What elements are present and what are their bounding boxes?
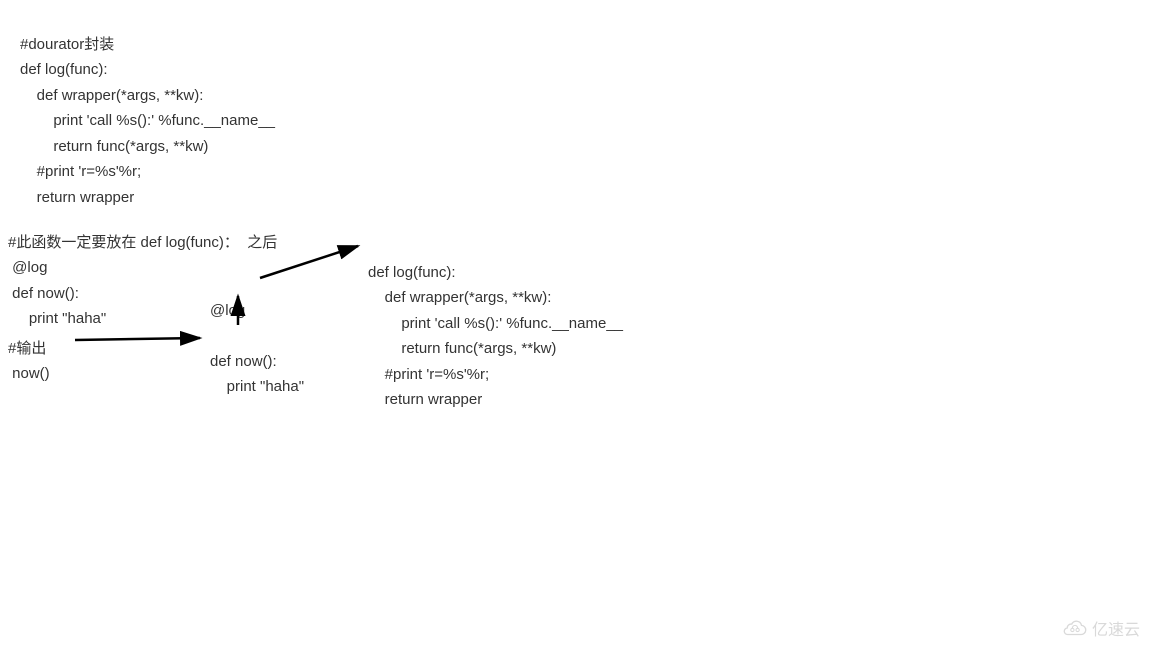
code-line: return func(*args, **kw) — [368, 340, 556, 357]
code-block-middle: @log def now(): print "haha" — [210, 272, 304, 400]
code-line: print "haha" — [210, 378, 304, 395]
code-line: #dourator封装 — [20, 36, 114, 53]
code-line: return func(*args, **kw) — [20, 138, 208, 155]
code-line: def log(func): — [368, 264, 456, 281]
code-line: def now(): — [210, 353, 277, 370]
code-line: #print 'r=%s'%r; — [20, 163, 141, 180]
watermark: 亿速云 — [1062, 616, 1140, 640]
code-line: def wrapper(*args, **kw): — [368, 289, 551, 306]
code-line: now() — [8, 365, 50, 382]
code-line: def wrapper(*args, **kw): — [20, 87, 203, 104]
code-line: print 'call %s():' %func.__name__ — [368, 315, 623, 332]
code-line: def now(): — [8, 285, 79, 302]
code-line: def log(func): — [20, 61, 108, 78]
code-line: #此函数一定要放在 def log(func)： 之后 — [8, 234, 277, 251]
code-block-output: #输出 now() — [8, 310, 50, 387]
code-line: return wrapper — [20, 189, 134, 206]
code-line: print 'call %s():' %func.__name__ — [20, 112, 275, 129]
code-line: #print 'r=%s'%r; — [368, 366, 489, 383]
cloud-icon — [1062, 618, 1088, 638]
code-block-decorator-def: #dourator封装 def log(func): def wrapper(*… — [20, 6, 275, 210]
code-block-right: def log(func): def wrapper(*args, **kw):… — [368, 234, 623, 413]
code-line: @log — [210, 302, 245, 319]
code-line: return wrapper — [368, 391, 482, 408]
watermark-text: 亿速云 — [1092, 616, 1140, 640]
arrow-now-to-def — [75, 338, 200, 340]
code-line: #输出 — [8, 340, 46, 357]
code-line: @log — [8, 259, 47, 276]
